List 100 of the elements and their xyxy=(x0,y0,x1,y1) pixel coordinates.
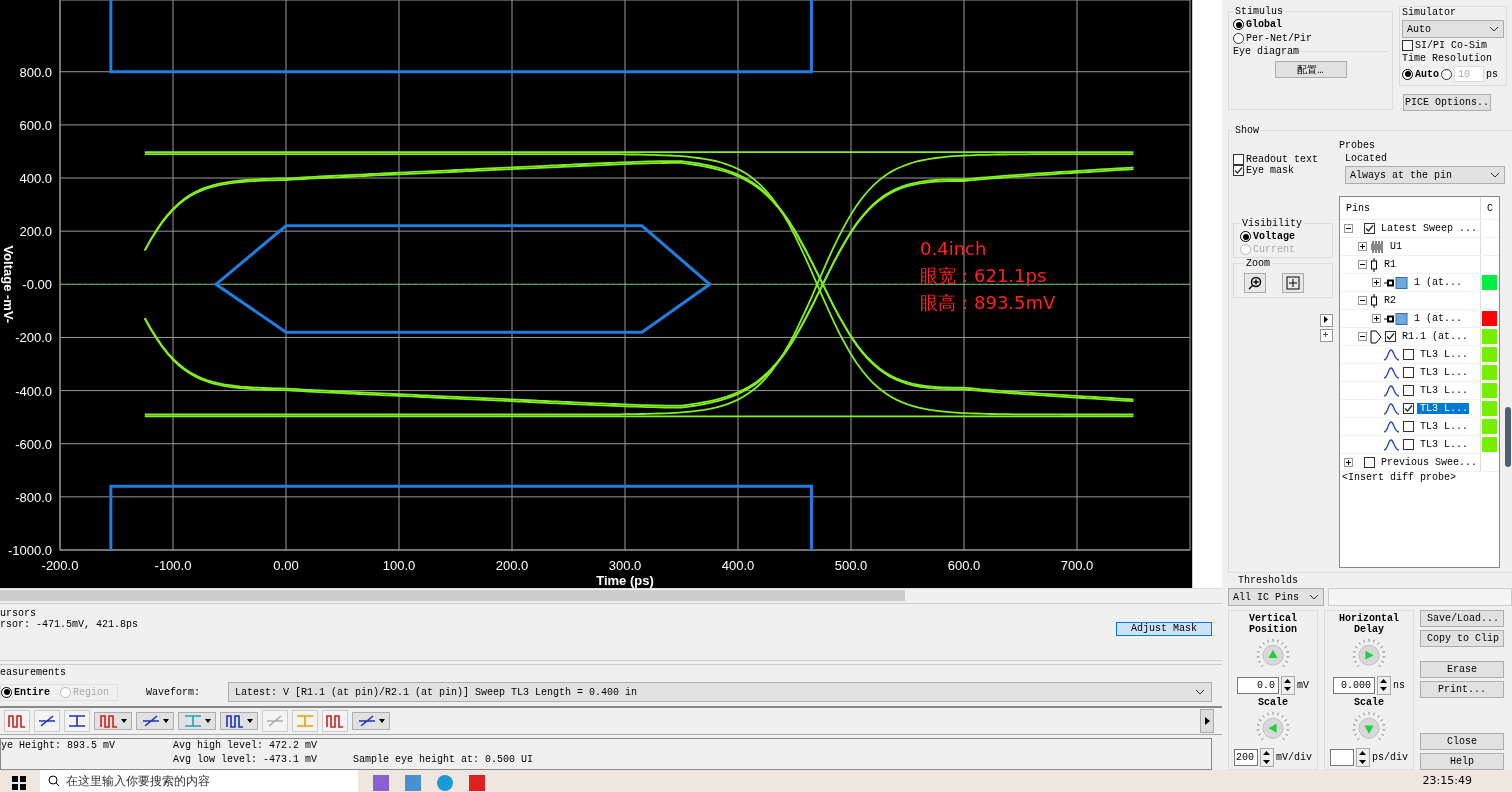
tree-item-label[interactable]: TL3 L... xyxy=(1417,385,1471,396)
vertical-scrollbar[interactable] xyxy=(1505,407,1511,467)
cosim-checkbox[interactable]: SI/PI Co-Sim xyxy=(1402,40,1504,51)
expand-toggle[interactable] xyxy=(1358,296,1367,305)
zoom-in-button[interactable] xyxy=(1244,273,1266,293)
show-checkbox[interactable]: Readout text xyxy=(1233,154,1333,165)
tree-item-label[interactable]: Latest Sweep ... xyxy=(1378,223,1480,234)
down-arrow-icon xyxy=(1284,687,1292,692)
spin-buttons[interactable] xyxy=(1260,748,1274,767)
simulator-dropdown[interactable]: Auto xyxy=(1402,20,1504,38)
tree-checkbox[interactable] xyxy=(1403,421,1414,432)
measurement-tool-button[interactable] xyxy=(352,712,390,730)
tree-checkbox[interactable] xyxy=(1403,367,1414,378)
measurement-tool-button[interactable] xyxy=(220,712,258,730)
app-icon[interactable] xyxy=(404,774,422,792)
add-button[interactable] xyxy=(1320,329,1333,342)
scale-field[interactable] xyxy=(1330,749,1354,766)
waveform-icon xyxy=(1384,384,1400,397)
tree-item-label[interactable]: R1 xyxy=(1381,259,1399,270)
dialog-button[interactable]: Erase xyxy=(1420,661,1504,678)
thresholds-dropdown[interactable]: All IC Pins xyxy=(1228,588,1324,606)
position-field[interactable]: 0.0 xyxy=(1237,676,1279,694)
field-label: Time Resolution xyxy=(1402,53,1493,64)
triangle-right-icon xyxy=(1321,315,1330,324)
expand-toggle[interactable] xyxy=(1344,224,1353,233)
measurement-tool-button[interactable] xyxy=(64,710,90,732)
visibility-radio[interactable]: Voltage xyxy=(1240,231,1326,242)
tree-checkbox[interactable] xyxy=(1403,403,1414,414)
zoom-fit-button[interactable] xyxy=(1282,273,1304,293)
measurement-tool-button[interactable] xyxy=(34,710,60,732)
tree-item-label[interactable]: Previous Swee... xyxy=(1378,457,1480,468)
dialog-button[interactable]: Print... xyxy=(1420,681,1504,698)
dialog-button[interactable]: Close xyxy=(1420,733,1504,750)
slope-icon xyxy=(265,713,285,729)
horizontal-scrollbar[interactable] xyxy=(0,588,1222,603)
spin-buttons[interactable] xyxy=(1377,675,1391,695)
measurement-tool-button[interactable] xyxy=(4,710,30,732)
expand-toggle[interactable] xyxy=(1372,278,1381,287)
group-label: Stimulus xyxy=(1234,6,1284,17)
tree-item-label[interactable]: 1 (at... xyxy=(1411,277,1465,288)
tree-item-label[interactable]: R1.1 (at... xyxy=(1399,331,1471,342)
app-icon[interactable] xyxy=(372,774,390,792)
waveform-dropdown[interactable]: Latest: V [R1.1 (at pin)/R2.1 (at pin)] Sweep TL3 Length = 0.400 in xyxy=(228,682,1212,702)
tree-item-label[interactable]: TL3 L... xyxy=(1417,349,1471,360)
x-tick-label: 500.0 xyxy=(834,558,868,573)
dialog-button[interactable]: Help xyxy=(1420,753,1504,770)
tree-item-label[interactable]: U1 xyxy=(1387,241,1405,252)
annotation-text: 眼宽：621.1ps xyxy=(920,265,1047,286)
tree-item-label[interactable]: TL3 L... xyxy=(1417,421,1471,432)
tree-checkbox[interactable] xyxy=(1385,331,1396,342)
range-radio[interactable]: Entire xyxy=(1,686,50,698)
insert-diff-probe-item[interactable]: <Insert diff probe> xyxy=(1340,472,1499,488)
expand-toggle[interactable] xyxy=(1358,260,1367,269)
unit-label: ps xyxy=(1486,68,1499,80)
show-checkbox[interactable]: Eye mask xyxy=(1233,165,1333,176)
expand-toggle[interactable] xyxy=(1344,458,1353,467)
adjust-mask-button[interactable]: Adjust Mask xyxy=(1116,621,1212,636)
stimulus-radio[interactable]: Global xyxy=(1233,19,1282,30)
dialog-button[interactable]: Save/Load... xyxy=(1420,610,1504,627)
search-field[interactable]: 在这里输入你要搜索的内容 xyxy=(40,770,358,792)
windows-start-icon[interactable] xyxy=(12,776,26,790)
unit-label: ps/div xyxy=(1372,752,1408,763)
app-icon[interactable] xyxy=(468,774,486,792)
measurement-tool-button[interactable] xyxy=(322,710,348,732)
clock-time: 23:15:49 xyxy=(1422,773,1472,787)
stimulus-radio[interactable]: Per-Net/Pir xyxy=(1233,33,1312,44)
scale-field[interactable]: 200 xyxy=(1234,749,1258,766)
tree-checkbox[interactable] xyxy=(1403,349,1414,360)
waveform-icon xyxy=(1384,402,1400,415)
up-arrow-icon xyxy=(1263,751,1271,756)
expand-toggle[interactable] xyxy=(1372,314,1381,323)
tree-item-label[interactable]: R2 xyxy=(1381,295,1399,306)
tree-item-label[interactable]: TL3 L... xyxy=(1417,403,1469,414)
tree-item-label[interactable]: TL3 L... xyxy=(1417,367,1471,378)
dialog-button[interactable]: Copy to Clip xyxy=(1420,630,1504,647)
tree-checkbox[interactable] xyxy=(1403,439,1414,450)
expand-panel-button[interactable] xyxy=(1320,314,1333,327)
expand-toggle[interactable] xyxy=(1358,242,1367,251)
resolution-radio[interactable] xyxy=(1441,68,1452,80)
resolution-radio[interactable]: Auto xyxy=(1402,68,1439,80)
configure-button[interactable]: 配置… xyxy=(1274,61,1347,78)
delay-field[interactable]: 0.000 xyxy=(1333,676,1375,694)
measurement-tool-button[interactable] xyxy=(94,712,132,730)
scroll-right-button[interactable] xyxy=(1200,709,1214,733)
spin-buttons[interactable] xyxy=(1356,748,1370,767)
tree-checkbox[interactable] xyxy=(1364,223,1375,234)
tree-item-label[interactable]: TL3 L... xyxy=(1417,439,1471,450)
up-arrow-icon xyxy=(1380,678,1388,683)
measurement-tool-button[interactable] xyxy=(136,712,174,730)
browser-icon[interactable] xyxy=(436,774,454,792)
tree-checkbox[interactable] xyxy=(1403,385,1414,396)
tree-item-label[interactable]: 1 (at... xyxy=(1411,313,1465,324)
pice-options-button[interactable]: PICE Options.. xyxy=(1403,94,1491,111)
tree-checkbox[interactable] xyxy=(1364,457,1375,468)
spin-buttons[interactable] xyxy=(1281,675,1295,695)
field-label: Thresholds xyxy=(1238,575,1299,586)
expand-toggle[interactable] xyxy=(1358,332,1367,341)
located-dropdown[interactable]: Always at the pin xyxy=(1345,166,1505,184)
x-tick-label: 600.0 xyxy=(947,558,981,573)
up-arrow-icon xyxy=(1284,678,1292,683)
